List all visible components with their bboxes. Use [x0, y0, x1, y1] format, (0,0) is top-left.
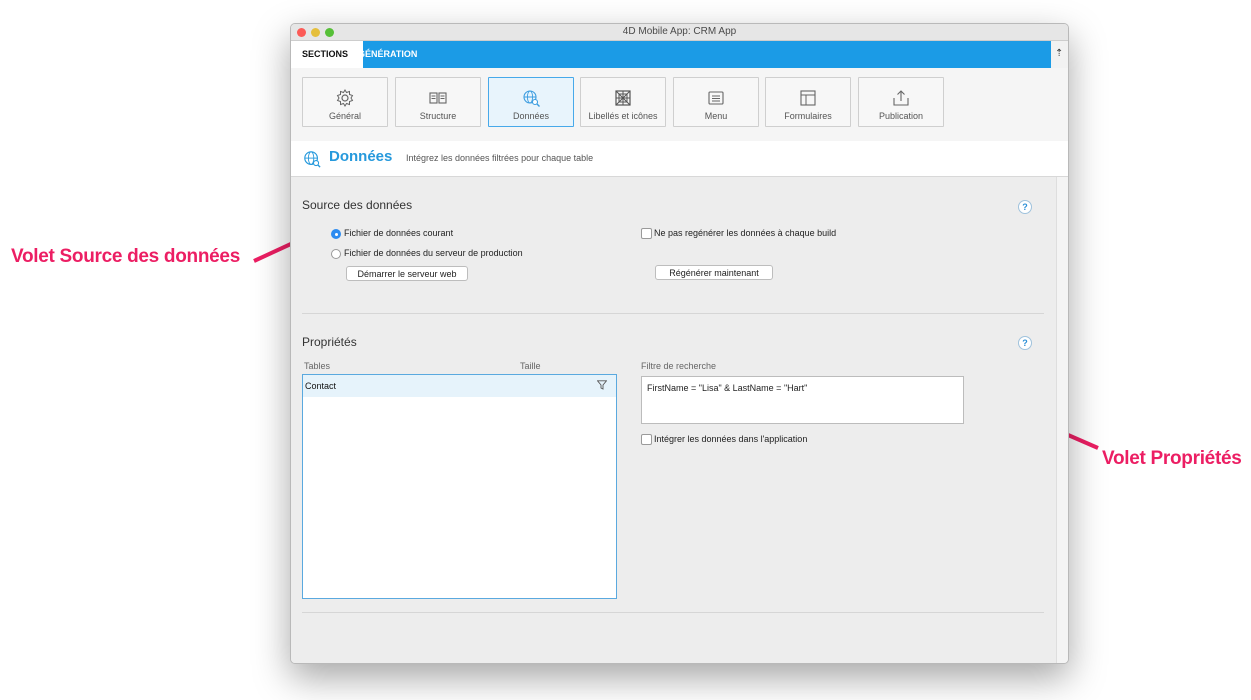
- toolbar-label-data: Données: [512, 111, 550, 121]
- tab-sections[interactable]: SECTIONS: [291, 41, 363, 68]
- toolbar-button-menu[interactable]: Menu: [673, 77, 759, 127]
- forms-icon: [800, 90, 816, 106]
- source-help-icon[interactable]: ?: [1018, 200, 1032, 214]
- annotation-source-panel: Volet Source des données: [11, 246, 240, 267]
- app-window: 4D Mobile App: CRM App SECTIONS GÉNÉRATI…: [290, 23, 1069, 664]
- toolbar-label-publish: Publication: [878, 111, 924, 121]
- table-row[interactable]: Contact: [303, 375, 616, 397]
- embed-data-checkbox[interactable]: [641, 434, 652, 445]
- start-web-server-button[interactable]: Démarrer le serveur web: [346, 266, 468, 281]
- toolbar-label-forms: Formulaires: [784, 111, 832, 121]
- size-column-header[interactable]: Taille: [520, 361, 541, 371]
- data-globe-icon: [523, 90, 540, 107]
- table-name-cell: Contact: [305, 381, 337, 391]
- section-toolbar: Général Structure Données Libellés et ic…: [291, 68, 1068, 142]
- no-regenerate-label[interactable]: Ne pas regénérer les données à chaque bu…: [654, 228, 836, 238]
- content-area: Source des données ? Fichier de données …: [291, 177, 1056, 663]
- section-header: Données Intégrez les données filtrées po…: [291, 141, 1068, 177]
- vertical-scrollbar[interactable]: [1056, 177, 1068, 663]
- properties-help-icon[interactable]: ?: [1018, 336, 1032, 350]
- toolbar-button-labels-icons[interactable]: Libellés et icônes: [580, 77, 666, 127]
- toolbar-label-menu: Menu: [704, 111, 728, 121]
- export-icon[interactable]: ⇡: [1055, 48, 1063, 59]
- no-regenerate-checkbox[interactable]: [641, 228, 652, 239]
- tables-list[interactable]: Contact: [302, 374, 617, 599]
- properties-section-title: Propriétés: [302, 335, 357, 349]
- search-filter-input[interactable]: FirstName = "Lisa" & LastName = "Hart": [641, 376, 964, 424]
- toolbar-label-general: Général: [328, 111, 362, 121]
- radio-production-server-file[interactable]: [331, 249, 341, 259]
- radio-current-data-file-label[interactable]: Fichier de données courant: [344, 228, 453, 238]
- toolbar-button-data[interactable]: Données: [488, 77, 574, 127]
- structure-icon: [429, 92, 447, 104]
- tab-generation[interactable]: GÉNÉRATION: [358, 41, 417, 68]
- toolbar-button-structure[interactable]: Structure: [395, 77, 481, 127]
- window-title: 4D Mobile App: CRM App: [622, 26, 737, 37]
- section-divider: [302, 313, 1044, 314]
- toolbar-label-labels-icons: Libellés et icônes: [588, 111, 658, 121]
- toolbar-button-forms[interactable]: Formulaires: [765, 77, 851, 127]
- menu-icon: [708, 91, 724, 105]
- gear-icon: [336, 89, 354, 107]
- section-divider: [302, 612, 1044, 613]
- radio-production-server-file-label[interactable]: Fichier de données du serveur de product…: [344, 248, 523, 258]
- search-filter-label: Filtre de recherche: [641, 361, 717, 371]
- toolbar-button-general[interactable]: Général: [302, 77, 388, 127]
- data-globe-icon: [304, 151, 321, 168]
- labels-icons-icon: [615, 90, 631, 106]
- search-filter-value: FirstName = "Lisa" & LastName = "Hart": [647, 383, 808, 393]
- page-description: Intégrez les données filtrées pour chaqu…: [406, 153, 594, 163]
- page-title: Données: [329, 148, 393, 165]
- embed-data-label[interactable]: Intégrer les données dans l'application: [654, 434, 807, 444]
- filter-icon[interactable]: [597, 380, 607, 390]
- title-bar: 4D Mobile App: CRM App: [291, 24, 1068, 41]
- toolbar-button-publish[interactable]: Publication: [858, 77, 944, 127]
- toolbar-label-structure: Structure: [419, 111, 457, 121]
- regenerate-now-button[interactable]: Régénérer maintenant: [655, 265, 773, 280]
- source-section-title: Source des données: [302, 198, 413, 212]
- tables-column-header[interactable]: Tables: [304, 361, 330, 371]
- publish-icon: [893, 90, 909, 106]
- annotation-properties-panel: Volet Propriétés: [1102, 448, 1242, 469]
- tab-bar: SECTIONS GÉNÉRATION: [291, 41, 1051, 68]
- radio-current-data-file[interactable]: [331, 229, 341, 239]
